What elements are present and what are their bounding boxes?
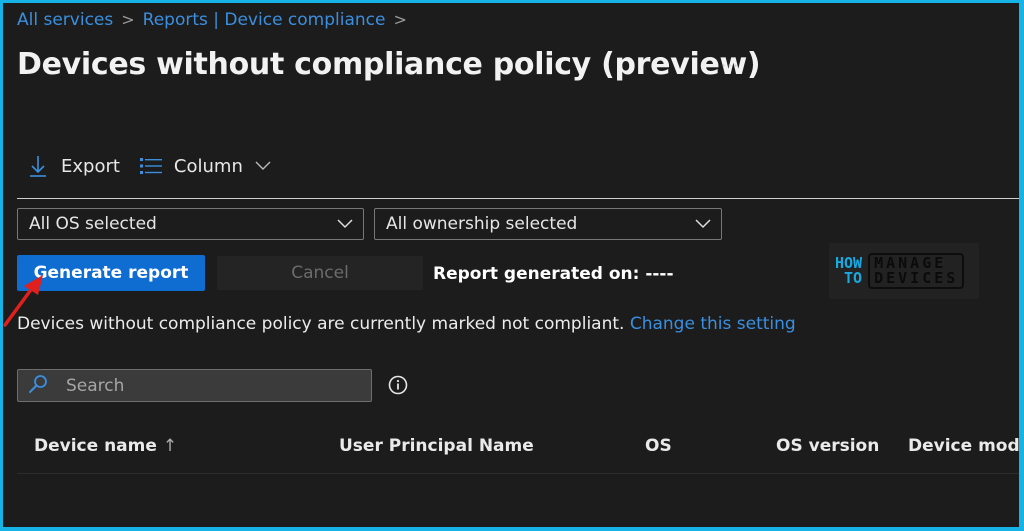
table-header: Device name ↑ User Principal Name OS OS v… [17,423,1019,474]
breadcrumb: All services > Reports | Device compliance… [17,10,415,30]
os-filter-value: All OS selected [29,214,157,234]
list-icon [139,157,162,175]
watermark-how-to: HOW TO [835,254,863,287]
os-filter-dropdown[interactable]: All OS selected [17,208,364,240]
column-header-os-version[interactable]: OS version [776,436,879,456]
watermark-manage-devices: MANAGE DEVICES [868,253,965,289]
report-generated-status: Report generated on: ---- [433,264,674,284]
breadcrumb-separator: > [121,10,135,29]
ownership-filter-value: All ownership selected [386,214,578,234]
chevron-down-icon [255,161,271,171]
column-label: Column [173,155,243,177]
export-button[interactable]: Export [29,155,120,177]
compliance-notice: Devices without compliance policy are cu… [17,314,796,334]
app-frame: All services > Reports | Device compliance… [3,3,1019,527]
download-icon [29,155,47,177]
breadcrumb-all-services[interactable]: All services [17,10,113,30]
search-box[interactable] [17,369,372,402]
search-icon [28,374,48,398]
notice-text: Devices without compliance policy are cu… [17,314,625,334]
chevron-down-icon [695,214,711,234]
column-header-device-name[interactable]: Device name ↑ [34,436,177,456]
page-title: Devices without compliance policy (previ… [17,47,761,82]
cancel-button: Cancel [217,256,423,290]
breadcrumb-reports-device-compliance[interactable]: Reports | Device compliance [143,10,386,30]
ownership-filter-dropdown[interactable]: All ownership selected [374,208,722,240]
column-header-user-principal-name[interactable]: User Principal Name [339,436,534,456]
export-label: Export [61,155,120,177]
command-bar: Export Column [29,155,271,177]
column-header-os[interactable]: OS [645,436,672,456]
breadcrumb-separator: > [393,10,407,29]
search-input[interactable] [64,374,338,397]
chevron-down-icon [337,214,353,234]
column-header-device-model[interactable]: Device model [908,436,1019,456]
more-options-button[interactable]: ··· [721,56,739,75]
sort-ascending-icon: ↑ [162,436,178,456]
change-setting-link[interactable]: Change this setting [630,314,796,334]
toolbar-divider [17,198,1019,199]
info-icon[interactable] [388,375,408,395]
watermark-logo: HOW TO MANAGE DEVICES [829,243,979,299]
column-button[interactable]: Column [139,155,271,177]
